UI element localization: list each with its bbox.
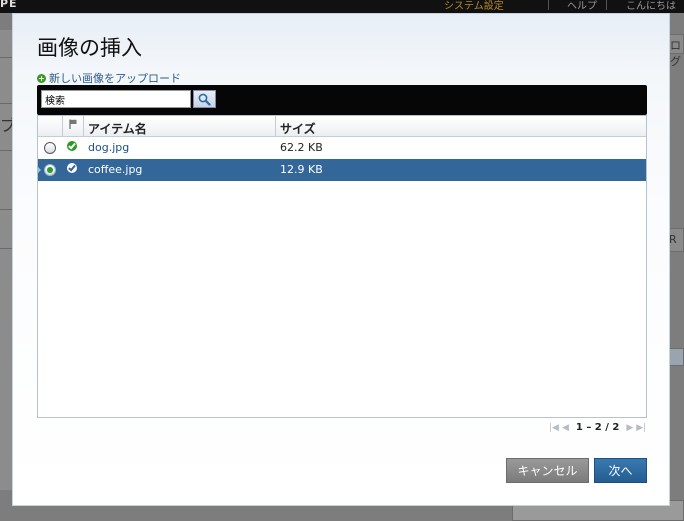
table-row[interactable]: dog.jpg 62.2 KB <box>38 137 646 159</box>
background-divider <box>0 103 12 104</box>
background-nav-greeting: こんにちは <box>626 1 676 12</box>
pager-last-icon[interactable]: ▶| <box>636 423 646 433</box>
selection-arrow-icon <box>37 166 41 174</box>
dialog-title: 画像の挿入 <box>37 36 142 60</box>
insert-image-dialog: 画像の挿入 + 新しい画像をアップロード アイテム名 サイズ <box>12 13 670 506</box>
grid-header: アイテム名 サイズ <box>38 116 646 137</box>
search-icon <box>198 93 211 106</box>
table-row-selected[interactable]: coffee.jpg 12.9 KB <box>37 159 646 181</box>
row-file-size: 12.9 KB <box>280 163 323 176</box>
background-nav-settings: システム設定 <box>444 1 504 12</box>
background-nav-separator <box>606 0 607 10</box>
row-file-name: dog.jpg <box>88 141 130 154</box>
column-separator <box>83 116 84 137</box>
search-input[interactable] <box>41 90 191 108</box>
background-divider <box>0 248 12 249</box>
background-logo: PE <box>0 0 18 10</box>
radio-icon[interactable] <box>44 164 56 176</box>
upload-new-image-link[interactable]: + 新しい画像をアップロード <box>37 70 181 86</box>
search-toolbar <box>37 85 647 115</box>
background-topbar: PE システム設定 ヘルプ こんにちは <box>0 0 684 13</box>
image-list-grid: アイテム名 サイズ dog.jpg 62.2 KB coffee.jpg 12.… <box>37 115 647 418</box>
column-separator <box>275 116 276 137</box>
pager-next-icon[interactable]: ▶ <box>626 423 633 433</box>
cancel-button[interactable]: キャンセル <box>506 458 589 483</box>
pager: |◀ ◀ 1 – 2 / 2 ▶ ▶| <box>549 422 646 433</box>
pager-status: 1 – 2 / 2 <box>575 422 620 433</box>
radio-selected-dot <box>47 167 53 173</box>
pager-prev-icon[interactable]: ◀ <box>562 423 569 433</box>
check-circle-icon <box>67 141 77 151</box>
column-header-size[interactable]: サイズ <box>280 120 316 137</box>
background-nav-help: ヘルプ <box>567 1 597 12</box>
check-circle-icon <box>67 163 77 173</box>
column-separator <box>62 116 63 137</box>
background-divider <box>0 57 12 58</box>
plus-circle-icon: + <box>37 73 46 83</box>
background-fragment: R <box>669 233 677 246</box>
row-file-name: coffee.jpg <box>88 163 143 176</box>
row-file-size: 62.2 KB <box>280 141 323 154</box>
pager-first-icon[interactable]: |◀ <box>549 423 559 433</box>
radio-icon[interactable] <box>44 142 56 154</box>
search-button[interactable] <box>193 90 216 108</box>
background-fragment: ログ <box>670 39 681 68</box>
next-button[interactable]: 次へ <box>594 458 647 483</box>
background-divider <box>0 209 12 210</box>
background-divider <box>0 150 12 151</box>
background-nav-separator <box>548 0 549 10</box>
upload-link-label: 新しい画像をアップロード <box>49 72 181 85</box>
column-header-name[interactable]: アイテム名 <box>88 120 147 137</box>
flag-icon <box>69 119 78 132</box>
